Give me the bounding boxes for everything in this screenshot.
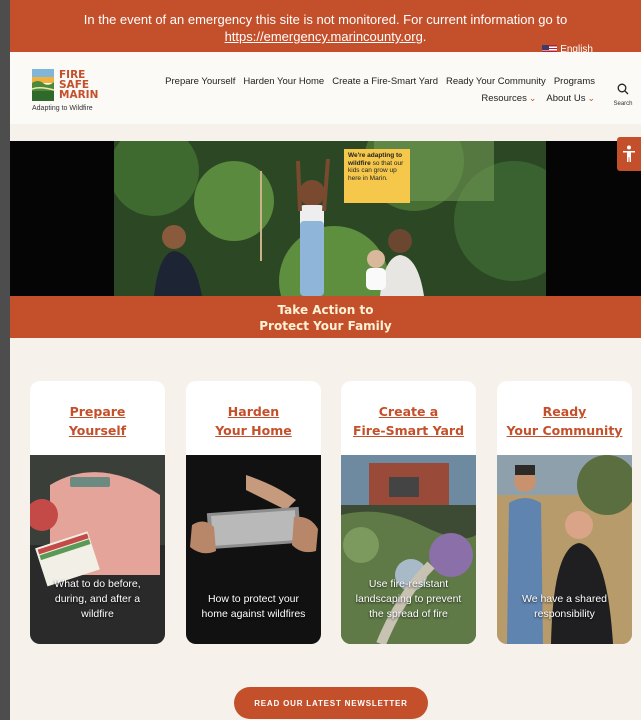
card-harden-your-home[interactable]: Harden Your Home How to protect your home… [186, 381, 321, 644]
emergency-link[interactable]: https://emergency.marincounty.org [225, 29, 423, 44]
card-title[interactable]: Create a Fire-Smart Yard [341, 381, 476, 457]
card-title[interactable]: Harden Your Home [186, 381, 321, 457]
chevron-down-icon: ⌄ [528, 93, 537, 103]
emergency-banner: In the event of an emergency this site i… [10, 0, 641, 55]
card-title-line-1: Create a [378, 404, 439, 419]
chevron-down-icon: ⌄ [587, 93, 595, 103]
hero-family-illustration [114, 141, 546, 296]
card-title-line-2: Fire-Smart Yard [352, 423, 465, 438]
card-title-line-1: Harden [227, 404, 280, 419]
card-title-line-1: Ready [542, 404, 587, 419]
nav-programs[interactable]: Programs [554, 76, 595, 87]
hero-badge: We're adapting to wildfire so that our k… [344, 149, 410, 203]
card-title-line-2: Your Community [506, 423, 623, 438]
card-caption: Use fire-resistant landscaping to preven… [355, 578, 462, 620]
search-button[interactable]: Search [611, 82, 635, 107]
card-image: How to protect your home against wildfir… [186, 455, 321, 644]
cta-line-1: Take Action to [277, 303, 374, 317]
card-image: Use fire-resistant landscaping to preven… [341, 455, 476, 644]
nav-resources[interactable]: Resources ⌄ [481, 93, 536, 104]
logo[interactable]: FIRE SAFE MARIN Adapting to Wildfire [32, 69, 122, 119]
accessibility-button[interactable] [617, 137, 641, 171]
hero-banner: We're adapting to wildfire so that our k… [10, 141, 641, 296]
card-title-line-2: Yourself [68, 423, 127, 438]
card-title[interactable]: Prepare Yourself [30, 381, 165, 457]
banner-suffix: . [422, 29, 427, 44]
card-ready-community[interactable]: Ready Your Community We have a shared res… [497, 381, 632, 644]
cta-line-2: Protect Your Family [259, 319, 392, 333]
banner-text: In the event of an emergency this site i… [83, 12, 568, 27]
nav-prepare-yourself[interactable]: Prepare Yourself [165, 76, 235, 87]
card-title-line-1: Prepare [69, 404, 126, 419]
page: In the event of an emergency this site i… [10, 0, 641, 720]
nav-harden-your-home[interactable]: Harden Your Home [243, 76, 324, 87]
card-image: We have a shared responsibility [497, 455, 632, 644]
nav-about-us[interactable]: About Us ⌄ [546, 93, 595, 104]
card-caption: How to protect your home against wildfir… [201, 593, 306, 620]
logo-mark-icon [32, 69, 54, 101]
card-prepare-yourself[interactable]: Prepare Yourself What to do before, durin… [30, 381, 165, 644]
card-caption: We have a shared responsibility [521, 593, 608, 620]
card-title-line-2: Your Home [215, 423, 292, 438]
logo-line-3: MARIN [59, 89, 99, 101]
card-image: What to do before, during, and after a w… [30, 455, 165, 644]
newsletter-button[interactable]: READ OUR LATEST NEWSLETTER [234, 687, 428, 719]
logo-wordmark: FIRE SAFE MARIN [59, 70, 99, 101]
hero-photo: We're adapting to wildfire so that our k… [114, 141, 546, 296]
nav-resources-label: Resources [481, 93, 527, 104]
nav-fire-smart-yard[interactable]: Create a Fire-Smart Yard [332, 76, 438, 87]
card-fire-smart-yard[interactable]: Create a Fire-Smart Yard Use fire-resista… [341, 381, 476, 644]
accessibility-icon [623, 145, 635, 162]
cta-band: Take Action to Protect Your Family [10, 296, 641, 338]
nav-about-label: About Us [546, 93, 586, 104]
logo-tagline: Adapting to Wildfire [32, 105, 93, 112]
main-nav: Prepare Yourself Harden Your Home Create… [150, 76, 595, 104]
card-caption: What to do before, during, and after a w… [54, 578, 141, 620]
window-edge [0, 0, 10, 720]
site-header: FIRE SAFE MARIN Adapting to Wildfire Pre… [10, 52, 641, 124]
search-icon [617, 83, 629, 95]
card-title[interactable]: Ready Your Community [497, 381, 632, 457]
nav-ready-community[interactable]: Ready Your Community [446, 76, 546, 87]
search-label: Search [613, 101, 633, 107]
